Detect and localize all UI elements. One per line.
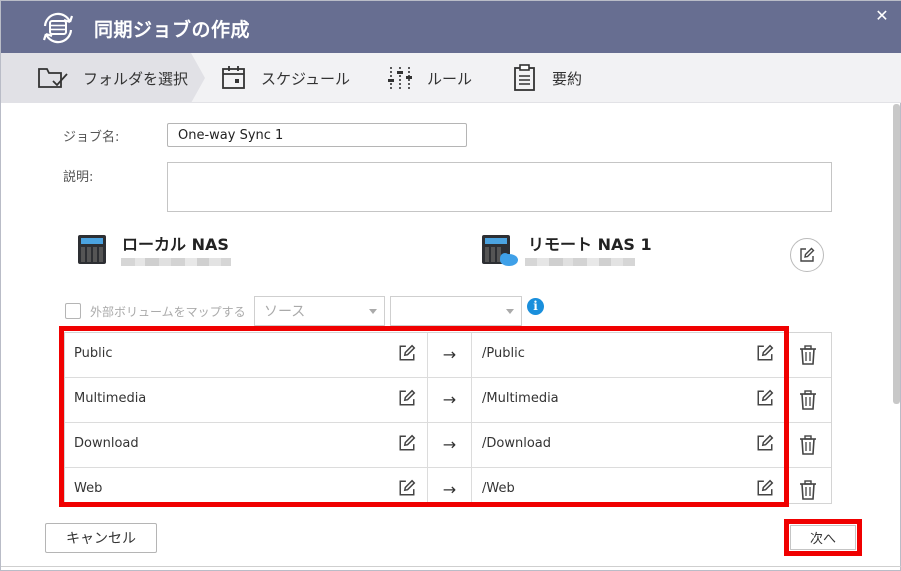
cancel-button[interactable]: キャンセル: [45, 523, 157, 553]
edit-icon[interactable]: [756, 479, 774, 497]
nas-device-icon: [78, 235, 106, 264]
delete-pair-button[interactable]: [785, 378, 831, 422]
source-folder-cell[interactable]: Public: [65, 333, 428, 377]
arrow-right-icon: →: [428, 468, 472, 503]
edit-icon[interactable]: [398, 344, 416, 362]
source-select-value: ソース: [264, 304, 306, 320]
source-folder: Multimedia: [74, 391, 147, 406]
source-folder: Download: [74, 436, 139, 451]
trash-icon: [800, 390, 816, 410]
delete-pair-button[interactable]: [785, 333, 831, 377]
arrow-right-icon: →: [428, 378, 472, 422]
edit-icon[interactable]: [756, 344, 774, 362]
edit-icon[interactable]: [756, 389, 774, 407]
trash-icon: [800, 435, 816, 455]
destination-folder-cell[interactable]: /Multimedia: [472, 378, 785, 422]
remote-nas-name: リモート NAS 1: [528, 235, 652, 254]
sliders-icon: [388, 67, 412, 89]
dialog-title: 同期ジョブの作成: [94, 19, 251, 41]
source-folder: Public: [74, 346, 113, 361]
next-button[interactable]: 次へ: [790, 525, 856, 550]
source-folder-cell[interactable]: Download: [65, 423, 428, 467]
job-name-input[interactable]: One-way Sync 1: [167, 123, 467, 147]
arrow-right-icon: →: [428, 423, 472, 467]
edit-icon[interactable]: [398, 434, 416, 452]
destination-folder: /Web: [482, 481, 515, 496]
table-row: Web → /Web: [65, 468, 831, 503]
local-nas-name: ローカル NAS: [122, 235, 229, 254]
step-label: 要約: [552, 69, 583, 88]
title-bar: 同期ジョブの作成 ✕: [1, 1, 901, 53]
edit-remote-nas-button[interactable]: [790, 238, 824, 272]
source-folder-cell[interactable]: Multimedia: [65, 378, 428, 422]
arrow-right-icon: →: [428, 333, 472, 377]
map-volume-label: 外部ボリュームをマップする: [90, 305, 246, 319]
table-row: Multimedia → /Multimedia: [65, 378, 831, 423]
edit-icon: [800, 247, 815, 262]
table-row: Public → /Public: [65, 333, 831, 378]
volume-select[interactable]: [390, 296, 522, 326]
step-label: フォルダを選択: [83, 69, 189, 88]
destination-folder: /Public: [482, 346, 525, 361]
trash-icon: [800, 345, 816, 365]
step-summary[interactable]: 要約: [512, 53, 582, 103]
destination-folder: /Download: [482, 436, 551, 451]
create-sync-job-dialog: 同期ジョブの作成 ✕ フォルダを選択 スケジュール ルール 要約 ジョブ名: O…: [0, 0, 901, 571]
nas-cloud-icon: [482, 235, 518, 266]
clipboard-icon: [514, 64, 535, 91]
edit-icon[interactable]: [398, 389, 416, 407]
folder-pairs-table: Public → /Public Multimedia → /Multimedi…: [64, 332, 832, 504]
destination-folder-cell[interactable]: /Web: [472, 468, 785, 503]
scrollbar[interactable]: [893, 104, 900, 404]
chevron-down-icon: [506, 309, 514, 314]
step-schedule[interactable]: スケジュール: [221, 53, 350, 103]
destination-folder: /Multimedia: [482, 391, 559, 406]
description-textarea[interactable]: [167, 162, 832, 212]
wizard-steps: フォルダを選択 スケジュール ルール 要約: [1, 53, 901, 103]
job-name-label: ジョブ名:: [63, 130, 120, 145]
edit-icon[interactable]: [398, 479, 416, 497]
divider: [1, 566, 901, 567]
calendar-icon: [222, 66, 245, 89]
map-volume-checkbox[interactable]: [65, 303, 81, 319]
step-label: ルール: [427, 69, 473, 88]
step-select-folder[interactable]: フォルダを選択: [37, 53, 188, 103]
source-select[interactable]: ソース: [254, 296, 385, 326]
chevron-down-icon: [369, 309, 377, 314]
description-label: 説明:: [63, 170, 94, 185]
sync-job-icon: [42, 12, 74, 44]
delete-pair-button[interactable]: [785, 423, 831, 467]
source-folder-cell[interactable]: Web: [65, 468, 428, 503]
destination-folder-cell[interactable]: /Download: [472, 423, 785, 467]
folder-check-icon: [38, 68, 68, 88]
info-icon[interactable]: i: [527, 298, 544, 315]
close-icon[interactable]: ✕: [871, 5, 893, 27]
source-folder: Web: [74, 481, 103, 496]
destination-folder-cell[interactable]: /Public: [472, 333, 785, 377]
step-label: スケジュール: [261, 69, 350, 88]
delete-pair-button[interactable]: [785, 468, 831, 503]
remote-nas-address-redacted: [525, 254, 635, 270]
trash-icon: [800, 480, 816, 500]
edit-icon[interactable]: [756, 434, 774, 452]
table-row: Download → /Download: [65, 423, 831, 468]
step-rules[interactable]: ルール: [387, 53, 472, 103]
local-nas-address-redacted: [121, 254, 231, 270]
